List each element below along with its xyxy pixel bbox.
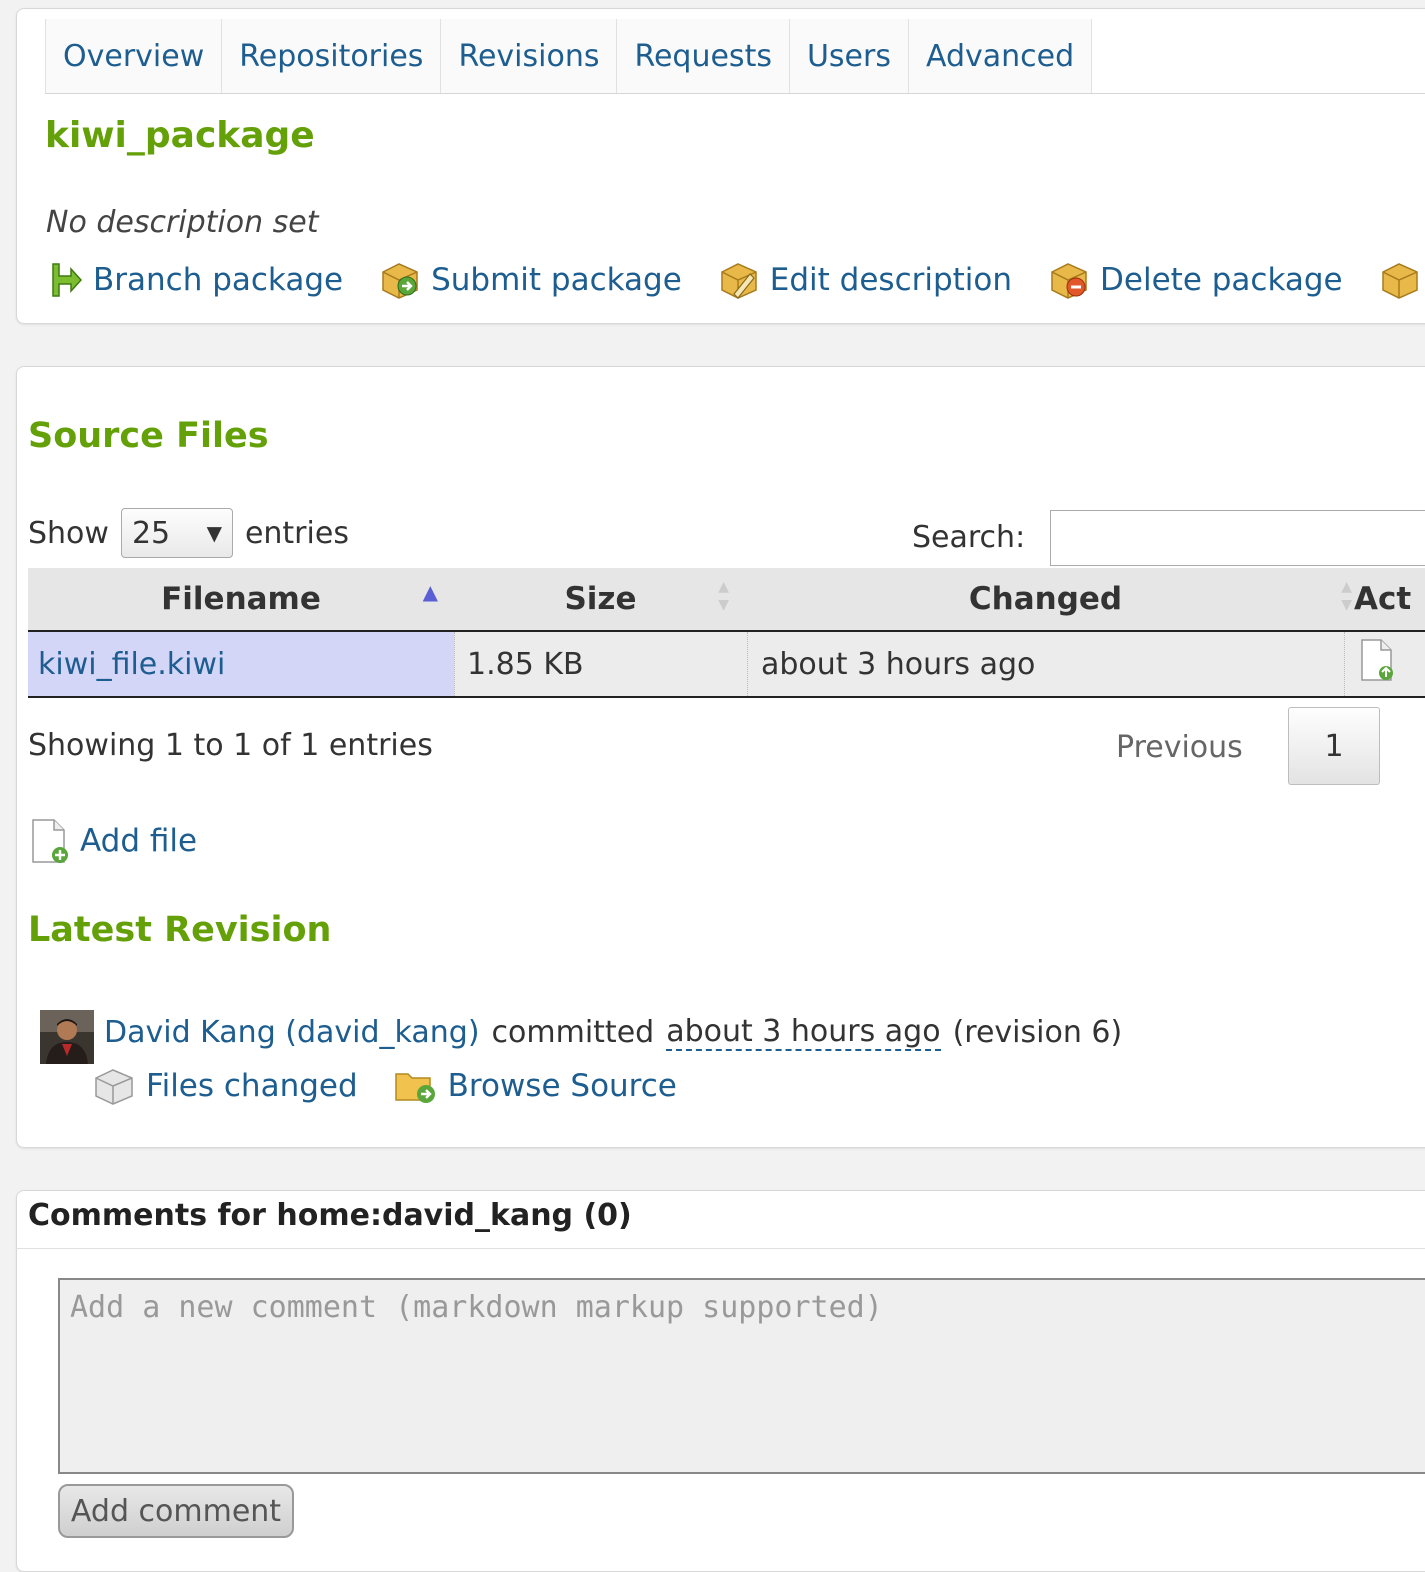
source-files-table: Filename ▲ Size ▲ ▼ Changed ▲ ▼ Act kiwi_f… <box>28 568 1425 698</box>
package-submit-icon <box>377 260 423 300</box>
column-label-actions: Act <box>1354 581 1412 617</box>
comments-divider <box>16 1248 1425 1249</box>
browse-source-label: Browse Source <box>447 1068 677 1104</box>
add-file-icon <box>30 818 72 864</box>
column-label-changed: Changed <box>968 581 1123 617</box>
committed-text: committed <box>491 1014 655 1050</box>
search-label: Search: <box>912 520 1026 555</box>
download-file-icon[interactable] <box>1359 638 1395 690</box>
package-actions: Branch package Submit package Edit descr… <box>45 253 1425 307</box>
column-label-filename: Filename <box>161 581 321 617</box>
add-file-link[interactable]: Add file <box>30 818 197 864</box>
revision-number: (revision 6) <box>952 1014 1123 1050</box>
avatar <box>40 1010 94 1064</box>
tab-revisions[interactable]: Revisions <box>440 19 617 93</box>
actions-cell <box>1344 632 1425 696</box>
page-length-control: Show 25 ▼ entries <box>28 508 349 558</box>
more-actions-link[interactable] <box>1377 260 1425 300</box>
latest-revision-heading: Latest Revision <box>28 910 332 950</box>
submit-package-label: Submit package <box>431 262 682 298</box>
column-header-changed[interactable]: Changed ▲ ▼ <box>747 568 1352 630</box>
edit-description-link[interactable]: Edit description <box>716 260 1012 300</box>
changed-cell: about 3 hours ago <box>747 632 1344 696</box>
commit-time: about 3 hours ago <box>666 1013 941 1051</box>
previous-page-button[interactable]: Previous <box>1116 730 1243 765</box>
package-edit-icon <box>716 260 762 300</box>
column-header-size[interactable]: Size ▲ ▼ <box>454 568 747 630</box>
size-cell: 1.85 KB <box>454 632 747 696</box>
browse-source-link[interactable]: Browse Source <box>394 1066 677 1106</box>
column-header-filename[interactable]: Filename ▲ <box>28 568 454 630</box>
page-length-value: 25 <box>131 515 171 551</box>
files-changed-link[interactable]: Files changed <box>92 1066 358 1106</box>
revision-links: Files changed Browse Source <box>92 1066 713 1106</box>
tab-requests[interactable]: Requests <box>616 19 789 93</box>
submit-package-link[interactable]: Submit package <box>377 260 682 300</box>
add-file-label: Add file <box>80 823 198 859</box>
delete-package-link[interactable]: Delete package <box>1046 260 1343 300</box>
package-description: No description set <box>46 205 319 240</box>
sort-both-icon: ▲ ▼ <box>1341 579 1352 613</box>
search-input[interactable] <box>1050 510 1425 566</box>
entries-label: entries <box>244 515 349 551</box>
tab-overview[interactable]: Overview <box>45 19 222 93</box>
branch-package-link[interactable]: Branch package <box>45 260 343 300</box>
add-comment-button[interactable]: Add comment <box>58 1484 294 1538</box>
package-icon <box>1377 260 1423 300</box>
branch-package-label: Branch package <box>93 262 344 298</box>
delete-package-label: Delete package <box>1100 262 1343 298</box>
package-header-panel: Overview Repositories Revisions Requests… <box>16 8 1425 324</box>
sort-ascending-icon: ▲ <box>422 580 438 604</box>
package-gray-icon <box>92 1066 136 1106</box>
filename-link[interactable]: kiwi_file.kiwi <box>38 647 225 682</box>
dropdown-arrow-icon: ▼ <box>206 521 222 545</box>
edit-description-label: Edit description <box>769 262 1013 298</box>
tab-bar: Overview Repositories Revisions Requests… <box>45 19 1425 94</box>
tab-repositories[interactable]: Repositories <box>221 19 441 93</box>
tab-users[interactable]: Users <box>788 19 908 93</box>
tab-advanced[interactable]: Advanced <box>907 19 1093 93</box>
show-label: Show <box>28 515 109 551</box>
package-title: kiwi_package <box>45 115 315 156</box>
comments-heading: Comments for home:david_kang (0) <box>28 1198 632 1233</box>
comment-textarea[interactable]: Add a new comment (markdown markup suppo… <box>58 1278 1425 1474</box>
folder-go-icon <box>394 1066 438 1106</box>
table-info: Showing 1 to 1 of 1 entries <box>28 728 433 763</box>
author-link[interactable]: David Kang (david_kang) <box>104 1015 480 1050</box>
branch-arrow-icon <box>45 260 85 300</box>
files-changed-label: Files changed <box>146 1068 358 1104</box>
table-row: kiwi_file.kiwi 1.85 KB about 3 hours ago <box>28 632 1425 698</box>
page-length-select[interactable]: 25 ▼ <box>120 508 233 558</box>
latest-revision-line: David Kang (david_kang) committed about … <box>40 1000 1122 1064</box>
filename-cell: kiwi_file.kiwi <box>28 632 454 696</box>
column-header-actions: Act <box>1354 568 1425 630</box>
sort-both-icon: ▲ ▼ <box>718 579 729 613</box>
source-files-heading: Source Files <box>28 416 269 456</box>
table-header: Filename ▲ Size ▲ ▼ Changed ▲ ▼ Act <box>28 568 1425 632</box>
package-delete-icon <box>1046 260 1092 300</box>
page-1-button[interactable]: 1 <box>1288 707 1380 785</box>
column-label-size: Size <box>564 581 637 617</box>
